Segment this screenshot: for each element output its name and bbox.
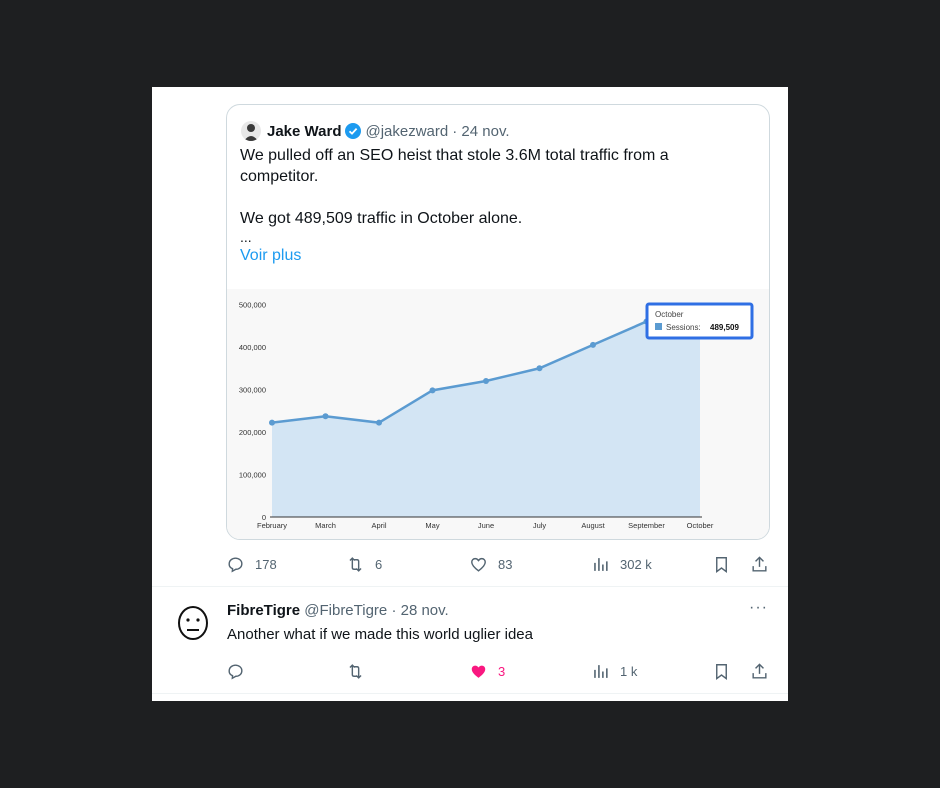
x-tick-label: May: [425, 521, 439, 530]
retweet-button[interactable]: 6: [346, 553, 382, 575]
y-tick-label: 300,000: [239, 386, 266, 395]
bookmark-button[interactable]: [712, 553, 741, 575]
tweet-media-chart[interactable]: 0 100,000 200,000 300,000 400,000 500,000 Febr…: [227, 289, 769, 539]
quoted-tweet-text: We pulled off an SEO heist that stole 3.…: [240, 145, 750, 266]
share-icon: [752, 555, 767, 572]
like-icon: [471, 557, 486, 572]
x-tick-label: April: [371, 521, 386, 530]
views-count: 302 k: [620, 556, 652, 572]
reply-icon: [228, 663, 243, 680]
bookmark-button[interactable]: [712, 660, 741, 682]
tweet-action-bar: 178 6 83 302 k: [226, 553, 776, 575]
views-icon: [594, 557, 608, 571]
tweet-ellipsis: ...: [240, 229, 252, 245]
data-point: [376, 419, 382, 426]
reply-author-name[interactable]: FibreTigre: [227, 602, 300, 619]
reply-button[interactable]: [226, 660, 255, 682]
like-button[interactable]: 3: [469, 660, 505, 682]
share-icon: [752, 662, 767, 679]
quoted-tweet[interactable]: Jake Ward @jakezward · 24 nov. We pulled…: [226, 104, 770, 540]
retweet-icon: [349, 663, 362, 679]
x-tick-label: September: [628, 521, 665, 530]
data-point: [269, 419, 275, 426]
data-point: [483, 378, 489, 384]
y-tick-label: 200,000: [239, 428, 266, 437]
tooltip-swatch: [655, 323, 662, 330]
show-more-link[interactable]: Voir plus: [240, 245, 750, 266]
tooltip-value: 489,509: [710, 323, 739, 332]
x-tick-label: March: [315, 521, 336, 530]
tweet-text-line: competitor.: [240, 168, 319, 185]
bookmark-icon: [716, 556, 727, 573]
like-count: 83: [498, 556, 513, 572]
like-button[interactable]: 83: [469, 553, 512, 575]
x-tick-label: June: [478, 521, 494, 530]
data-point: [590, 341, 596, 348]
views-button[interactable]: 302 k: [591, 553, 652, 575]
x-tick-label: February: [257, 521, 287, 530]
like-count: 3: [498, 663, 506, 679]
divider: [152, 693, 788, 694]
tooltip-title: October: [655, 310, 684, 319]
verified-icon: [345, 123, 362, 139]
views-button[interactable]: 1 k: [591, 660, 637, 682]
reply-action-bar: 3 1 k: [226, 660, 776, 682]
tweet-date[interactable]: · 24 nov.: [452, 123, 509, 140]
author-avatar[interactable]: [241, 121, 261, 141]
y-tick-label: 100,000: [239, 471, 266, 480]
like-icon: [471, 665, 486, 678]
y-tick-label: 500,000: [239, 301, 266, 310]
reply-button[interactable]: 178: [226, 553, 277, 575]
retweet-button[interactable]: [346, 660, 375, 682]
sessions-area-chart: 0100,000200,000300,000400,000500,000Febr…: [239, 301, 754, 530]
y-tick-label: 400,000: [239, 343, 266, 352]
share-button[interactable]: [750, 553, 779, 575]
data-point: [536, 365, 543, 372]
reply-icon: [228, 556, 243, 573]
views-count: 1 k: [620, 663, 638, 679]
tweet-text-line: We got 489,509 traffic in October alone.: [240, 210, 523, 227]
reply-author-handle[interactable]: @FibreTigre: [304, 602, 387, 619]
timeline-card: Jake Ward @jakezward · 24 nov. We pulled…: [152, 87, 788, 701]
share-button[interactable]: [750, 660, 779, 682]
data-point: [322, 413, 329, 420]
retweet-icon: [349, 556, 362, 572]
reply-count: 178: [255, 556, 277, 572]
divider: [152, 586, 788, 587]
series-area: [272, 308, 700, 517]
author-name[interactable]: Jake Ward: [267, 123, 341, 140]
quoted-tweet-header: Jake Ward @jakezward · 24 nov.: [241, 121, 510, 141]
views-icon: [594, 664, 608, 678]
reply-header: FibreTigre @FibreTigre · 28 nov.: [227, 602, 449, 619]
retweet-count: 6: [375, 556, 383, 572]
data-point: [429, 387, 436, 394]
author-handle[interactable]: @jakezward: [365, 123, 448, 140]
x-tick-label: October: [687, 521, 714, 530]
bookmark-icon: [716, 663, 727, 680]
x-tick-label: July: [533, 521, 547, 530]
reply-author-avatar[interactable]: [177, 605, 209, 641]
x-tick-label: August: [581, 521, 605, 530]
tweet-text-line: We pulled off an SEO heist that stole 3.…: [240, 147, 669, 164]
reply-date[interactable]: · 28 nov.: [391, 602, 448, 619]
reply-text: Another what if we made this world uglie…: [227, 626, 533, 643]
tooltip-label: Sessions:: [666, 323, 701, 332]
more-options-button[interactable]: ···: [749, 599, 768, 617]
